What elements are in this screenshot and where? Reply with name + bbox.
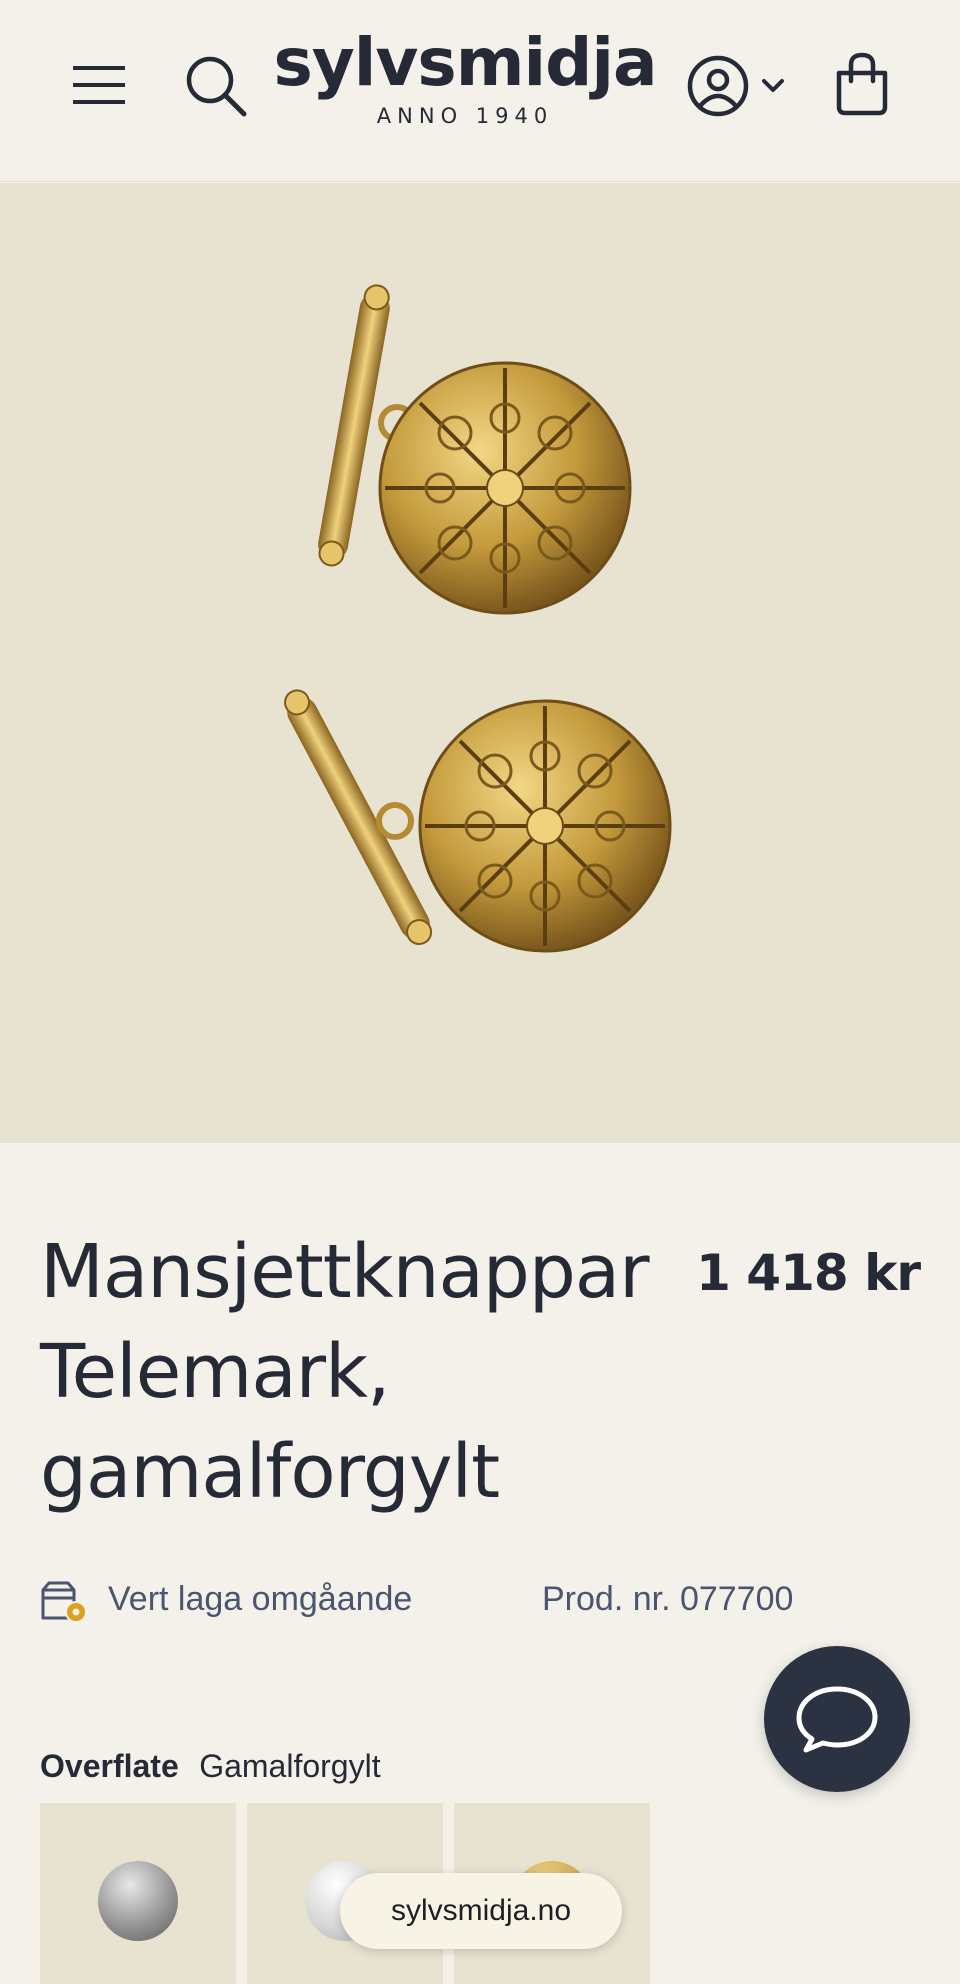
stock-box-icon [41,1581,87,1623]
user-circle-icon [687,55,749,117]
product-title-line-1: Mansjettknappar [40,1229,650,1315]
finish-label: Overflate [40,1748,179,1784]
product-title-line-2: Telemark, [40,1329,390,1415]
logo-wordmark: sylvsmidja [273,24,657,101]
site-logo[interactable]: sylvsmidja ANNO 1940 [270,22,660,146]
product-title-line-3: gamalforgylt [40,1429,500,1515]
cart-button[interactable] [826,44,898,124]
product-price: 1 418 kr [696,1244,921,1302]
logo-tagline: ANNO 1940 [376,104,554,128]
product-number: Prod. nr. 077700 [542,1580,794,1618]
product-title: Mansjettknappar Telemark, gamalforgylt [40,1222,680,1522]
menu-button[interactable] [64,50,134,120]
chevron-down-icon [762,79,784,92]
stock-status: Vert laga omgåande [108,1580,413,1618]
product-meta: Vert laga omgåande Prod. nr. 077700 [40,1576,920,1626]
search-button[interactable] [178,48,254,124]
cufflinks-illustration [284,284,672,953]
chat-button[interactable] [764,1646,910,1792]
swatch-ball [98,1861,178,1941]
browser-domain-pill[interactable]: sylvsmidja.no [340,1873,622,1949]
search-icon [186,56,247,117]
finish-selector-label: Overflate Gamalforgylt [40,1748,381,1792]
site-header: sylvsmidja ANNO 1940 [0,0,960,182]
finish-value: Gamalforgylt [199,1748,381,1784]
product-image[interactable] [0,183,960,1143]
swatch-silver[interactable] [40,1803,236,1984]
chat-bubble-icon [796,1686,878,1753]
account-button[interactable] [676,48,796,124]
hamburger-menu-icon [73,66,125,104]
shopping-bag-icon [836,52,888,116]
